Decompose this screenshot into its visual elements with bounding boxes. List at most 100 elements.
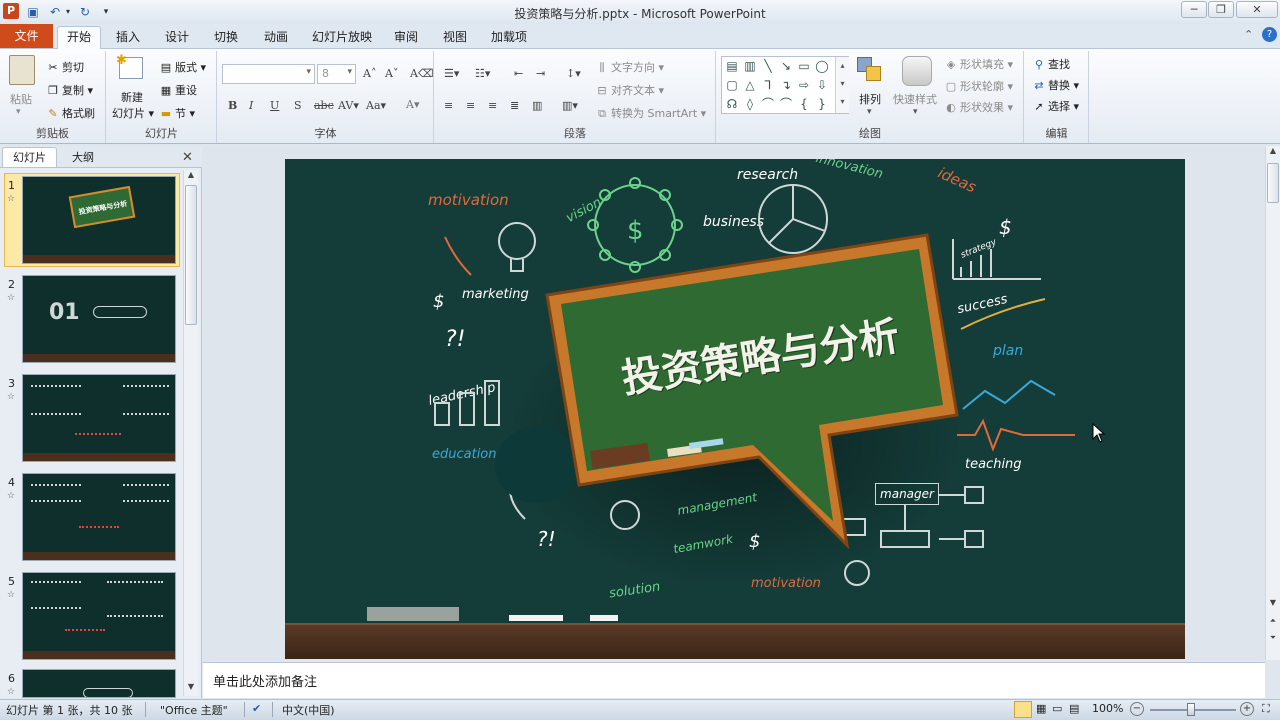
shapes-gallery-scroll[interactable]: ▴ ▾ ▾	[835, 57, 849, 113]
close-window-button[interactable]: ✕	[1236, 1, 1278, 18]
slide-thumbnail-1[interactable]: 投资策略与分析	[22, 176, 176, 264]
tab-review[interactable]: 审阅	[386, 27, 426, 48]
distributed-icon[interactable]: ▥	[532, 99, 542, 112]
shapes-gallery[interactable]: ▤ ▥ ╲ ↘ ▭ ◯ ▢ △ ⅂ ↴ ⇨ ⇩ ☊ ◊ ⌒ ⌒ { } ▴ ▾ ▾	[721, 56, 849, 114]
minimize-button[interactable]: ─	[1181, 1, 1207, 18]
line-shape-icon[interactable]: ╲	[761, 59, 775, 73]
new-slide-icon[interactable]: ✱	[116, 53, 143, 79]
tab-insert[interactable]: 插入	[108, 27, 148, 48]
line-spacing-icon[interactable]: ↕▾	[566, 67, 581, 80]
cut-button[interactable]: 剪切	[62, 61, 84, 74]
copy-button[interactable]: 复制	[62, 84, 84, 97]
slide-thumbnail-5[interactable]	[22, 572, 176, 660]
normal-view-icon[interactable]	[1014, 701, 1032, 718]
minimize-ribbon-icon[interactable]: ⌃	[1244, 28, 1253, 41]
arrange-button[interactable]: 排列	[859, 91, 881, 107]
tab-animations[interactable]: 动画	[256, 27, 296, 48]
language-status[interactable]: 中文(中国)	[282, 702, 335, 718]
freeform-shape-icon[interactable]: ☊	[725, 97, 739, 111]
previous-slide-icon[interactable]: ⏶	[1266, 616, 1280, 630]
shrink-font-icon[interactable]: A˅	[385, 67, 398, 80]
tab-transitions[interactable]: 切换	[206, 27, 246, 48]
notes-pane[interactable]	[203, 662, 1265, 698]
underline-icon[interactable]: U	[270, 99, 279, 112]
tab-home[interactable]: 开始	[57, 26, 101, 49]
tab-addins[interactable]: 加载项	[483, 27, 535, 48]
rectangle-shape-icon[interactable]: ▭	[797, 59, 811, 73]
quick-styles-icon[interactable]	[902, 56, 932, 86]
slide-thumbnail-4[interactable]	[22, 473, 176, 561]
arc-shape-icon[interactable]: ⌒	[779, 97, 793, 111]
reset-button[interactable]: 重设	[175, 84, 197, 97]
tab-view[interactable]: 视图	[435, 27, 475, 48]
slide-thumbnail-2[interactable]: 01	[22, 275, 176, 363]
right-arrow-shape-icon[interactable]: ⇨	[797, 78, 811, 92]
columns-icon[interactable]: ▥▾	[562, 99, 578, 112]
fit-to-window-icon[interactable]: ⛶	[1262, 702, 1270, 716]
zoom-slider-thumb[interactable]	[1187, 703, 1195, 716]
align-center-icon[interactable]: ≡	[466, 99, 475, 112]
align-left-icon[interactable]: ≡	[444, 99, 453, 112]
new-slide-dropdown[interactable]: 幻灯片 ▾	[112, 105, 154, 121]
close-panel-icon[interactable]: ✕	[182, 150, 193, 165]
textbox-shape-icon[interactable]: ▤	[725, 59, 739, 73]
zoom-in-button[interactable]: +	[1240, 702, 1254, 716]
slide-scrollbar[interactable]: ▲ ▼ ⏶ ⏷	[1265, 146, 1280, 660]
thumbnail-scrollbar[interactable]: ▲ ▼	[183, 170, 198, 696]
tab-slides-panel[interactable]: 幻灯片	[2, 147, 57, 167]
align-text-button[interactable]: 对齐文本	[611, 84, 655, 97]
shadow-icon[interactable]: S	[294, 99, 302, 112]
scrollbar-thumb[interactable]	[1267, 163, 1279, 203]
reading-view-icon[interactable]: ▭	[1052, 702, 1062, 715]
select-button[interactable]: 选择	[1048, 100, 1070, 113]
numbering-icon[interactable]: ☷▾	[475, 67, 490, 80]
replace-button[interactable]: 替换	[1048, 79, 1070, 92]
tab-file[interactable]: 文件	[0, 24, 53, 48]
spellcheck-icon[interactable]: ✔	[252, 702, 261, 715]
format-painter-button[interactable]: 格式刷	[62, 107, 95, 120]
down-arrow-shape-icon[interactable]: ⇩	[815, 78, 829, 92]
tab-slideshow[interactable]: 幻灯片放映	[304, 27, 380, 48]
decrease-indent-icon[interactable]: ⇤	[514, 67, 523, 80]
slide-thumbnail-3[interactable]	[22, 374, 176, 462]
shape-outline-button[interactable]: 形状轮廓	[960, 80, 1004, 93]
oval-shape-icon[interactable]: ◯	[815, 59, 829, 73]
character-spacing-icon[interactable]: AV▾	[338, 99, 359, 112]
theme-status[interactable]: "Office 主题"	[160, 702, 228, 718]
left-brace-shape-icon[interactable]: {	[797, 97, 811, 111]
paste-dropdown-icon[interactable]: ▾	[16, 107, 21, 117]
section-button[interactable]: 节	[175, 107, 186, 120]
slide-sorter-view-icon[interactable]: ▦	[1036, 702, 1046, 715]
shape-effects-button[interactable]: 形状效果	[960, 101, 1004, 114]
scrollbar-thumb[interactable]	[185, 185, 197, 325]
help-icon[interactable]: ?	[1262, 27, 1277, 42]
slide-thumbnail-6[interactable]	[22, 669, 176, 698]
paste-icon[interactable]	[9, 55, 35, 85]
arrow-line-shape-icon[interactable]: ↘	[779, 59, 793, 73]
paste-button[interactable]: 粘贴	[10, 91, 32, 107]
scroll-down-icon[interactable]: ▼	[184, 682, 198, 696]
restore-button[interactable]: ❐	[1208, 1, 1234, 18]
new-slide-button[interactable]: 新建	[121, 89, 143, 105]
font-name-input[interactable]: ▾	[222, 64, 315, 84]
font-color-icon[interactable]: A▾	[406, 98, 419, 111]
zoom-level[interactable]: 100%	[1092, 702, 1123, 715]
change-case-icon[interactable]: Aa▾	[366, 99, 386, 112]
grow-font-icon[interactable]: A˄	[363, 67, 376, 80]
convert-smartart-button[interactable]: 转换为 SmartArt	[611, 107, 697, 120]
layout-button[interactable]: 版式	[175, 61, 197, 74]
align-right-icon[interactable]: ≡	[488, 99, 497, 112]
notes-placeholder[interactable]: 单击此处添加备注	[213, 671, 317, 690]
justify-icon[interactable]: ≣	[510, 99, 519, 112]
slideshow-view-icon[interactable]: ▤	[1069, 702, 1079, 715]
scroll-up-icon[interactable]: ▲	[1266, 146, 1280, 160]
triangle-shape-icon[interactable]: △	[743, 78, 757, 92]
strikethrough-icon[interactable]: abc	[314, 99, 334, 112]
elbow-connector-shape-icon[interactable]: ⅂	[761, 78, 775, 92]
right-brace-shape-icon[interactable]: }	[815, 97, 829, 111]
scribble-shape-icon[interactable]: ◊	[743, 97, 757, 111]
slide-canvas[interactable]: motivation research innovation ideas bus…	[285, 159, 1185, 659]
vertical-textbox-shape-icon[interactable]: ▥	[743, 59, 757, 73]
find-button[interactable]: 查找	[1048, 58, 1070, 71]
zoom-out-button[interactable]: −	[1130, 702, 1144, 716]
